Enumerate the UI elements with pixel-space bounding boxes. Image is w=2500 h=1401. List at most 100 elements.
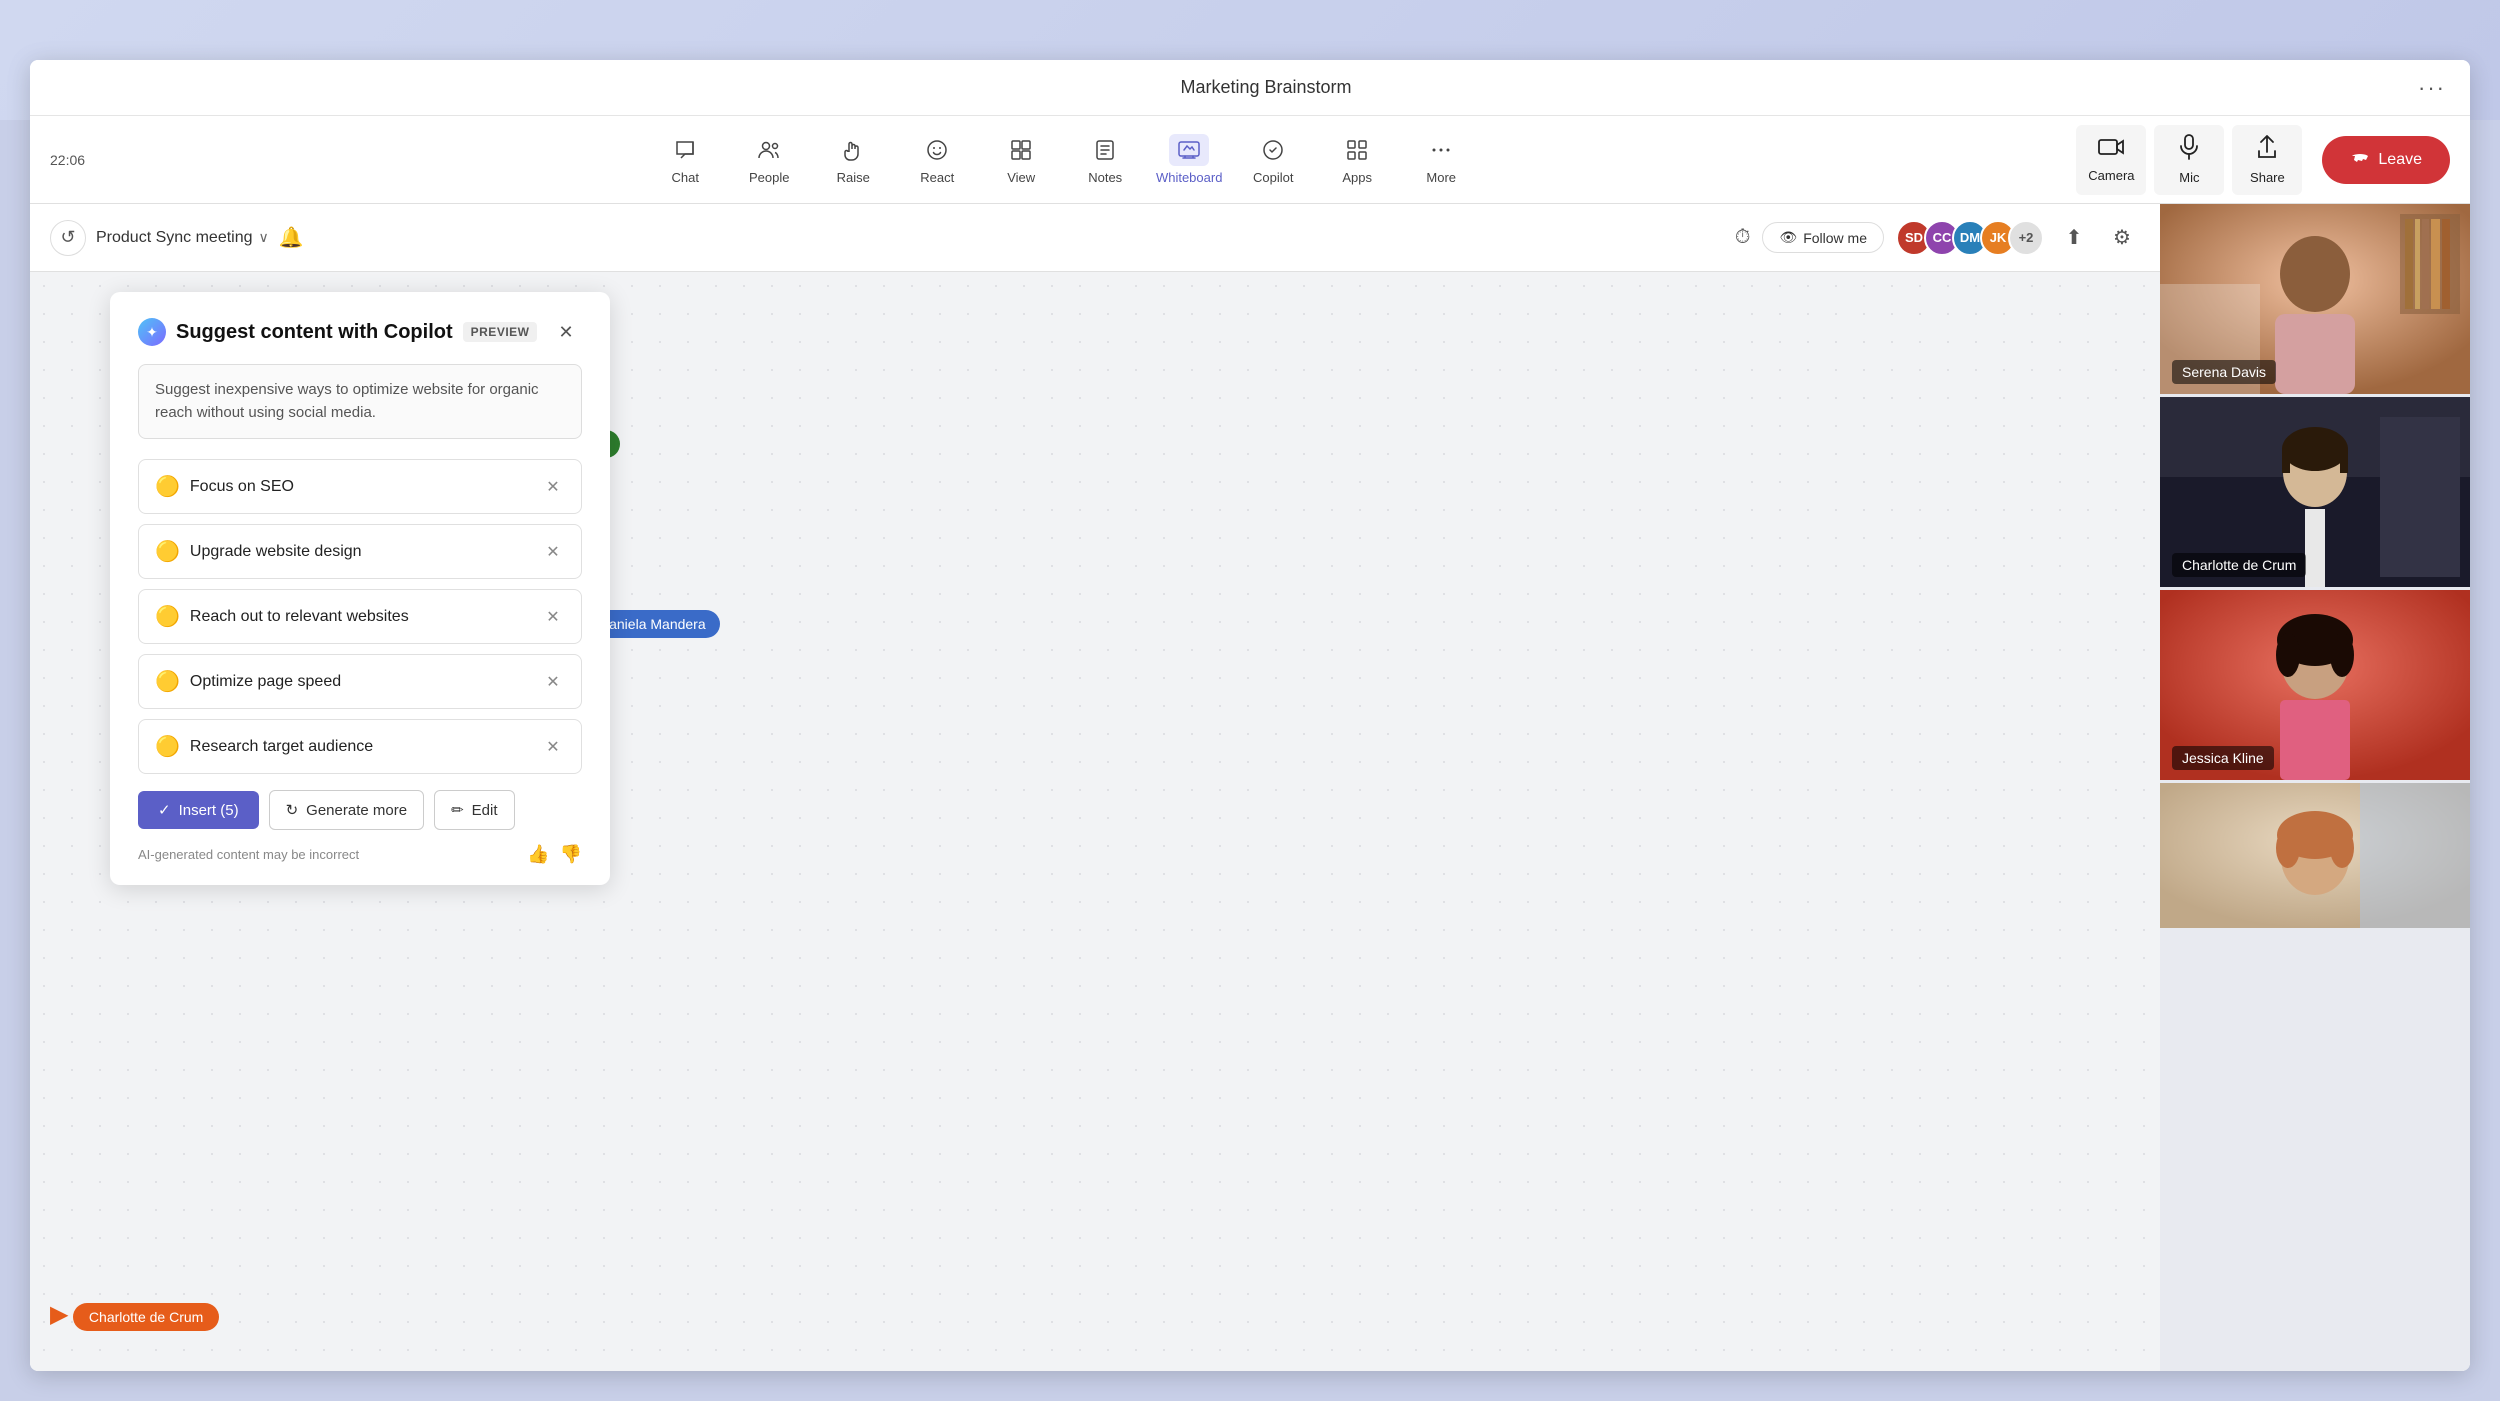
share-label: Share [2250,170,2285,185]
follow-me-button[interactable]: 👁 Follow me [1762,222,1884,253]
video-tile-serena[interactable]: Serena Davis [2160,204,2470,394]
title-bar: Marketing Brainstorm ··· [30,60,2470,116]
mic-label: Mic [2179,170,2199,185]
clock-display: 22:06 [50,152,85,168]
edit-pencil-icon: ✏ [451,801,464,819]
suggestion-left-5: 🟡 Research target audience [155,734,373,759]
toolbar-more[interactable]: More [1401,125,1481,195]
cursor-charlotte-de-crum: ▶ Charlotte de Crum [50,1299,219,1331]
notes-icon [1085,134,1125,166]
copilot-close-button[interactable]: ✕ [550,316,582,348]
avatar-overflow[interactable]: +2 [2008,220,2044,256]
wb-toolbar-right: ⏱ 👁 Follow me SD CC DM JK +2 [1735,220,2140,256]
edit-button[interactable]: ✏ Edit [434,790,514,830]
content-area: ↺ Product Sync meeting ∨ 🔔 ⏱ 👁 Follow me [30,204,2470,1371]
mic-button[interactable]: Mic [2154,125,2224,195]
copilot-actions: ✓ Insert (5) ↻ Generate more ✏ Edit [138,790,582,830]
video-tile-charlotte[interactable]: Charlotte de Crum [2160,397,2470,587]
copilot-title-text: Suggest content with Copilot [176,321,453,344]
suggestion-close-5[interactable]: ✕ [541,735,565,759]
window-more-button[interactable]: ··· [2418,75,2446,101]
generate-label: Generate more [306,802,407,819]
insert-label: Insert (5) [179,802,239,819]
leave-button[interactable]: Leave [2322,136,2450,184]
insert-button[interactable]: ✓ Insert (5) [138,791,259,829]
chat-icon [665,134,705,166]
wb-toolbar: ↺ Product Sync meeting ∨ 🔔 ⏱ 👁 Follow me [30,204,2160,272]
more-icon [1421,134,1461,166]
edit-label: Edit [472,802,498,819]
people-icon [749,134,789,166]
toolbar-raise[interactable]: Raise [813,125,893,195]
suggestion-label-5: Research target audience [190,738,373,756]
thumbs-down-button[interactable]: 👎 [560,844,582,865]
toolbar-center: Chat People Raise React [50,125,2076,195]
toolbar-copilot[interactable]: Copilot [1233,125,1313,195]
wb-toolbar-left: ↺ Product Sync meeting ∨ 🔔 [50,220,304,256]
view-icon [1001,134,1041,166]
share-button[interactable]: Share [2232,125,2302,195]
suggestion-item-2[interactable]: 🟡 Upgrade website design ✕ [138,524,582,579]
camera-button[interactable]: Camera [2076,125,2146,195]
wb-settings-button[interactable]: ⚙ [2104,220,2140,256]
main-toolbar: 22:06 Chat People Raise [30,116,2470,204]
suggestion-left-1: 🟡 Focus on SEO [155,474,294,499]
suggestion-close-3[interactable]: ✕ [541,605,565,629]
notes-label: Notes [1088,170,1122,185]
leave-phone-icon [2350,150,2370,170]
toolbar-whiteboard[interactable]: Whiteboard [1149,125,1229,195]
raise-icon [833,134,873,166]
cursor-arrow-charlotte: ▶ [50,1301,68,1328]
toolbar-apps[interactable]: Apps [1317,125,1397,195]
react-label: React [920,170,954,185]
copilot-title-row: ✦ Suggest content with Copilot PREVIEW [138,318,537,346]
apps-icon [1337,134,1377,166]
view-label: View [1007,170,1035,185]
copilot-label: Copilot [1253,170,1293,185]
suggestion-left-2: 🟡 Upgrade website design [155,539,362,564]
generate-more-button[interactable]: ↻ Generate more [269,790,424,830]
whiteboard-label: Whiteboard [1156,170,1222,185]
raise-label: Raise [837,170,870,185]
toolbar-right-actions: Camera Mic Share Leave [2076,125,2450,195]
toolbar-view[interactable]: View [981,125,1061,195]
toolbar-react[interactable]: React [897,125,977,195]
camera-icon [2098,136,2124,164]
window-title: Marketing Brainstorm [1180,77,1351,98]
wb-share-button[interactable]: ⬆ [2056,220,2092,256]
notification-bell-icon[interactable]: 🔔 [279,225,304,250]
suggestion-item-3[interactable]: 🟡 Reach out to relevant websites ✕ [138,589,582,644]
toolbar-people[interactable]: People [729,125,809,195]
video-tile-jessica[interactable]: Jessica Kline [2160,590,2470,780]
meeting-name-chevron: ∨ [259,229,269,246]
wb-refresh-button[interactable]: ↺ [50,220,86,256]
suggestion-label-2: Upgrade website design [190,543,362,561]
ai-feedback-buttons: 👍 👎 [527,844,582,865]
ai-disclaimer-text: AI-generated content may be incorrect [138,847,359,862]
suggestion-item-1[interactable]: 🟡 Focus on SEO ✕ [138,459,582,514]
toolbar-chat[interactable]: Chat [645,125,725,195]
video-tile-4[interactable] [2160,783,2470,928]
suggestion-item-4[interactable]: 🟡 Optimize page speed ✕ [138,654,582,709]
follow-me-icon: 👁 [1779,229,1797,246]
suggestion-item-5[interactable]: 🟡 Research target audience ✕ [138,719,582,774]
copilot-icon [1253,134,1293,166]
video-name-serena: Serena Davis [2172,360,2276,384]
suggestion-icon-2: 🟡 [155,539,180,564]
apps-label: Apps [1342,170,1372,185]
chat-label: Chat [671,170,698,185]
people-label: People [749,170,789,185]
toolbar-notes[interactable]: Notes [1065,125,1145,195]
meeting-name-dropdown[interactable]: Product Sync meeting ∨ [96,229,269,247]
suggestion-close-2[interactable]: ✕ [541,540,565,564]
suggestion-icon-1: 🟡 [155,474,180,499]
suggestion-close-4[interactable]: ✕ [541,670,565,694]
thumbs-up-button[interactable]: 👍 [527,844,549,865]
whiteboard-area[interactable]: ↺ Product Sync meeting ∨ 🔔 ⏱ 👁 Follow me [30,204,2160,1371]
main-window: Marketing Brainstorm ··· 22:06 Chat Peop… [30,60,2470,1371]
copilot-header: ✦ Suggest content with Copilot PREVIEW ✕ [138,316,582,348]
suggestion-icon-4: 🟡 [155,669,180,694]
suggestion-close-1[interactable]: ✕ [541,475,565,499]
copilot-prompt-box: Suggest inexpensive ways to optimize web… [138,364,582,439]
generate-refresh-icon: ↻ [286,801,299,819]
